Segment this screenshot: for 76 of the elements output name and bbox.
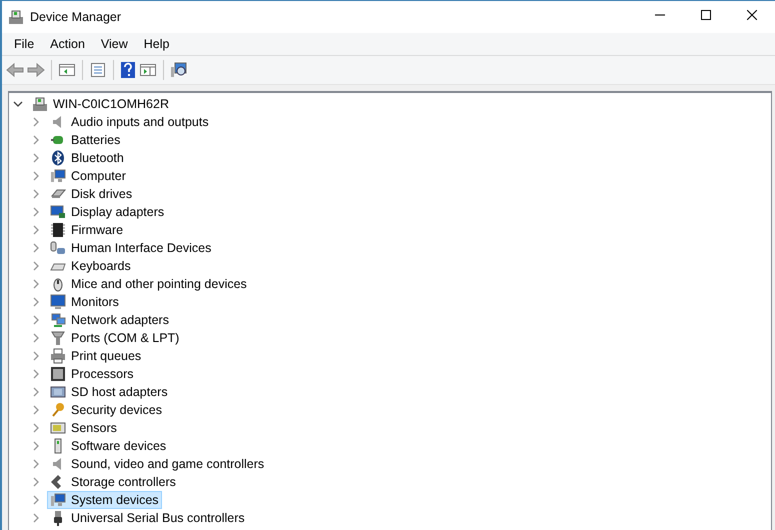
menu-item[interactable]: File xyxy=(6,35,42,53)
expand-chevron-icon[interactable] xyxy=(31,117,41,127)
menu-item[interactable]: Help xyxy=(136,35,178,53)
expand-chevron-icon[interactable] xyxy=(31,423,41,433)
tree-node[interactable]: Keyboards xyxy=(47,257,134,275)
scan-hardware-icon[interactable] xyxy=(170,62,188,78)
chip-icon xyxy=(50,222,66,238)
expand-chevron-icon[interactable] xyxy=(31,495,41,505)
tree-node[interactable]: Human Interface Devices xyxy=(47,239,214,257)
tree-node[interactable]: Firmware xyxy=(47,221,126,239)
tree-node[interactable]: Network adapters xyxy=(47,311,172,329)
tree-node[interactable]: Monitors xyxy=(47,293,122,311)
tree-node[interactable]: WIN-C0IC1OMH62R xyxy=(29,95,172,113)
tree-node[interactable]: Batteries xyxy=(47,131,124,149)
expand-chevron-icon[interactable] xyxy=(31,225,41,235)
expand-chevron-icon[interactable] xyxy=(31,459,41,469)
tree-node[interactable]: Processors xyxy=(47,365,137,383)
window-title: Device Manager xyxy=(30,10,122,24)
expand-chevron-icon[interactable] xyxy=(31,315,41,325)
close-icon[interactable] xyxy=(747,10,757,20)
show-hide-tree-icon[interactable] xyxy=(58,62,76,78)
monitor-icon xyxy=(50,294,66,310)
maximize-icon[interactable] xyxy=(701,10,711,20)
device-manager-icon xyxy=(8,9,24,25)
properties-icon[interactable] xyxy=(89,62,107,78)
menu-item[interactable]: View xyxy=(92,35,136,53)
tree-node[interactable]: Print queues xyxy=(47,347,144,365)
bluetooth-icon xyxy=(50,150,66,166)
tree-node[interactable]: Software devices xyxy=(47,437,170,455)
menu-item[interactable]: Action xyxy=(42,35,93,53)
tree-node[interactable]: System devices xyxy=(47,491,162,509)
computer-icon xyxy=(32,96,48,112)
key-icon xyxy=(50,402,66,418)
tree-node[interactable]: Audio inputs and outputs xyxy=(47,113,212,131)
tree-node[interactable]: Sensors xyxy=(47,419,120,437)
tree-node[interactable]: Universal Serial Bus controllers xyxy=(47,509,248,527)
expand-chevron-icon[interactable] xyxy=(31,369,41,379)
card-icon xyxy=(50,384,66,400)
tree-node[interactable]: Bluetooth xyxy=(47,149,127,167)
forward-arrow-icon[interactable] xyxy=(27,62,45,78)
expand-chevron-icon[interactable] xyxy=(31,135,41,145)
monitor-icon xyxy=(50,204,66,220)
tree-node[interactable]: Ports (COM & LPT) xyxy=(47,329,182,347)
expand-chevron-icon[interactable] xyxy=(31,351,41,361)
back-arrow-icon[interactable] xyxy=(6,62,24,78)
expand-chevron-icon[interactable] xyxy=(31,387,41,397)
tree-node[interactable]: Display adapters xyxy=(47,203,168,221)
expand-chevron-icon[interactable] xyxy=(31,207,41,217)
tree-node[interactable]: Storage controllers xyxy=(47,473,179,491)
expand-chevron-icon[interactable] xyxy=(31,333,41,343)
collapse-chevron-icon[interactable] xyxy=(13,99,23,109)
help-icon[interactable] xyxy=(120,61,136,79)
tree-node[interactable]: Security devices xyxy=(47,401,166,419)
expand-chevron-icon[interactable] xyxy=(31,243,41,253)
expand-chevron-icon[interactable] xyxy=(31,405,41,415)
expand-chevron-icon[interactable] xyxy=(31,477,41,487)
expand-chevron-icon[interactable] xyxy=(31,441,41,451)
tree-node[interactable]: Sound, video and game controllers xyxy=(47,455,268,473)
expand-chevron-icon[interactable] xyxy=(31,171,41,181)
printer-icon xyxy=(50,348,66,364)
expand-chevron-icon[interactable] xyxy=(31,189,41,199)
expand-chevron-icon[interactable] xyxy=(31,297,41,307)
expand-chevron-icon[interactable] xyxy=(31,279,41,289)
tree-node[interactable]: Computer xyxy=(47,167,129,185)
action-pane-icon[interactable] xyxy=(139,62,157,78)
sensor-icon xyxy=(50,420,66,436)
tree-node[interactable]: Disk drives xyxy=(47,185,136,203)
computer-icon xyxy=(50,492,66,508)
expand-chevron-icon[interactable] xyxy=(31,513,41,523)
tree-node[interactable]: Mice and other pointing devices xyxy=(47,275,250,293)
network-icon xyxy=(50,312,66,328)
tree-node[interactable]: SD host adapters xyxy=(47,383,171,401)
computer-icon xyxy=(50,168,66,184)
expand-chevron-icon[interactable] xyxy=(31,153,41,163)
processor-icon xyxy=(50,366,66,382)
expand-chevron-icon[interactable] xyxy=(31,261,41,271)
